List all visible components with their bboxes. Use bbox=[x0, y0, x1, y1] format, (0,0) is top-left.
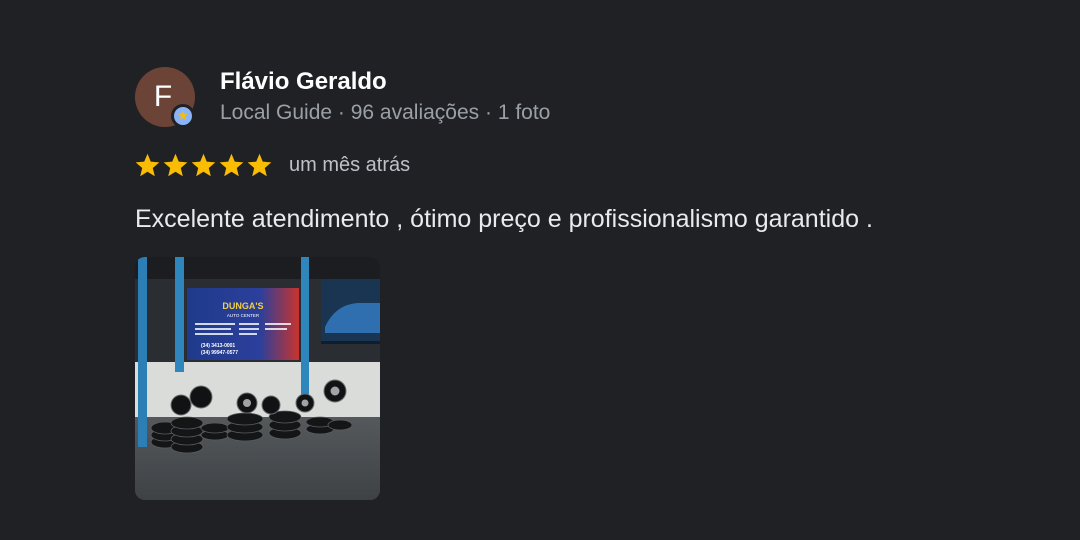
local-guide-badge: ★ bbox=[171, 104, 195, 128]
star-icon bbox=[247, 153, 272, 176]
star-icon bbox=[191, 153, 216, 176]
star-rating bbox=[134, 152, 273, 179]
sign-phone-1: (34) 3413-0001 bbox=[201, 343, 235, 349]
star-icon bbox=[219, 153, 244, 176]
rating-row: um mês atrás bbox=[134, 151, 410, 179]
review-photo-image: DUNGA'S AUTO CENTER (34) 3413-0001 (34) … bbox=[135, 257, 380, 500]
review-date: um mês atrás bbox=[289, 153, 411, 176]
review-text: Excelente atendimento , ótimo preço e pr… bbox=[135, 205, 873, 233]
reviewer-meta: Local Guide · 96 avaliações · 1 foto bbox=[220, 101, 551, 124]
reviewer-name[interactable]: Flávio Geraldo bbox=[220, 68, 387, 96]
sign-phone-2: (34) 99947-0577 bbox=[201, 350, 238, 356]
review-card: F ★ Flávio Geraldo Local Guide · 96 aval… bbox=[0, 0, 1080, 540]
star-icon bbox=[135, 153, 160, 176]
sign-subtitle: AUTO CENTER bbox=[227, 313, 260, 318]
sign-title: DUNGA'S bbox=[222, 301, 263, 311]
review-photo[interactable]: DUNGA'S AUTO CENTER (34) 3413-0001 (34) … bbox=[135, 257, 380, 500]
local-guide-star-icon: ★ bbox=[177, 108, 189, 123]
star-icon bbox=[163, 153, 188, 176]
